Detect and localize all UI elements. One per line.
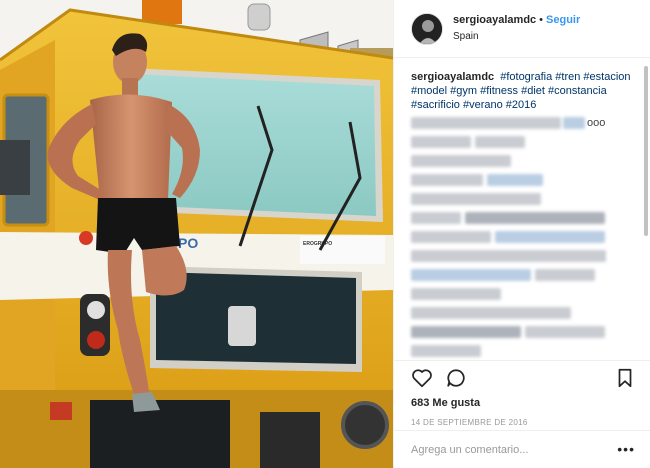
sign-text: EROGRUPO	[303, 241, 332, 247]
avatar[interactable]	[411, 12, 443, 45]
blurred-text-line	[411, 136, 635, 150]
photo-image: PO EROGRUPO	[0, 0, 393, 468]
caption-username[interactable]: sergioayalamdc	[411, 71, 494, 83]
blurred-text-line	[411, 269, 635, 283]
window-brand-text: PO	[178, 235, 198, 251]
blurred-text-line	[411, 345, 635, 359]
hashtag[interactable]: #fitness	[480, 85, 518, 97]
blurred-text-line	[411, 231, 635, 245]
heart-icon[interactable]	[411, 367, 433, 389]
post-side-panel: sergioayalamdc • Seguir Spain sergioayalam…	[393, 0, 650, 468]
likes-count[interactable]: 683 Me gusta	[411, 397, 650, 409]
separator-dot: •	[539, 14, 544, 26]
blurred-text-line	[411, 288, 635, 302]
blurred-text-line	[411, 174, 635, 188]
comment-icon[interactable]	[445, 367, 467, 389]
blurred-text-line	[411, 250, 635, 264]
location-link[interactable]: Spain	[453, 32, 580, 42]
hashtag[interactable]: #verano	[463, 99, 503, 111]
comments-list[interactable]: sergioayalamdc #fotografia #tren #estaci…	[394, 58, 650, 360]
add-comment-bar: •••	[394, 430, 650, 468]
blurred-text-line: ooo	[411, 117, 635, 131]
header-text: sergioayalamdc • Seguir Spain	[453, 15, 580, 42]
hashtag[interactable]: #estacion	[583, 71, 630, 83]
post-header: sergioayalamdc • Seguir Spain	[394, 0, 650, 58]
blurred-text-line	[411, 307, 635, 321]
hashtag[interactable]: #gym	[450, 85, 477, 97]
blurred-text-line	[411, 155, 635, 169]
action-icons-row	[411, 361, 650, 395]
hashtag[interactable]: #tren	[555, 71, 580, 83]
follow-button[interactable]: Seguir	[546, 14, 580, 26]
blurred-text-line	[411, 326, 635, 340]
hashtag[interactable]: #constancia	[548, 85, 607, 97]
header-line: sergioayalamdc • Seguir	[453, 15, 580, 26]
blurred-text-line	[411, 193, 635, 207]
post-date[interactable]: 14 DE SEPTIEMBRE DE 2016	[411, 418, 650, 427]
bookmark-icon[interactable]	[615, 367, 637, 389]
username-link[interactable]: sergioayalamdc	[453, 14, 536, 26]
caption: sergioayalamdc #fotografia #tren #estaci…	[411, 70, 635, 112]
more-options-icon[interactable]: •••	[617, 442, 635, 456]
hashtag[interactable]: #2016	[506, 99, 537, 111]
post-actions: 683 Me gusta 14 DE SEPTIEMBRE DE 2016	[394, 360, 650, 428]
avatar-image	[412, 13, 442, 44]
comment-input[interactable]	[411, 443, 601, 456]
blurred-text-line	[411, 212, 635, 226]
hashtag[interactable]: #diet	[521, 85, 545, 97]
comments-scrollbar[interactable]	[644, 66, 648, 236]
hashtag[interactable]: #model	[411, 85, 447, 97]
hashtag[interactable]: #fotografia	[500, 71, 552, 83]
caption-tail: ooo	[587, 117, 606, 129]
hashtag[interactable]: #sacrificio	[411, 99, 460, 111]
post-photo[interactable]: PO EROGRUPO	[0, 0, 393, 468]
